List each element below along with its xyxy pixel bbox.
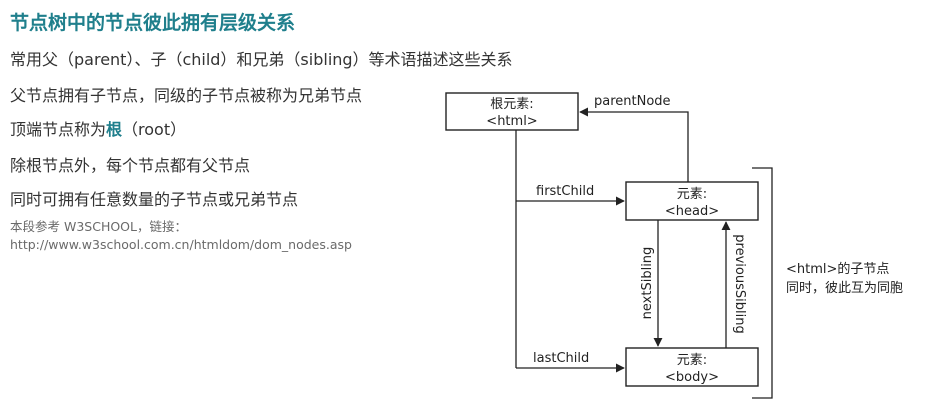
html-node-tag: <html> (486, 114, 537, 129)
last-child-label: lastChild (533, 351, 589, 366)
html-node: 根元素: <html> (445, 92, 579, 131)
html-node-label: 根元素: (490, 97, 533, 112)
next-sibling-label: nextSibling (640, 247, 655, 320)
parent-node-arrow (579, 107, 689, 182)
head-node: 元素: <head> (625, 181, 759, 221)
first-child-label: firstChild (536, 184, 594, 199)
side-note-line1: <html>的子节点 (786, 261, 889, 277)
body-node-label: 元素: (677, 353, 707, 368)
parent-node-label: parentNode (594, 94, 671, 109)
body-node: 元素: <body> (625, 347, 759, 387)
head-node-tag: <head> (665, 204, 719, 219)
body-node-tag: <body> (665, 370, 719, 385)
previous-sibling-label: previousSibling (732, 234, 747, 333)
dom-tree-diagram: 根元素: <html> 元素: <head> 元素: <body> parent… (445, 92, 903, 399)
side-note-line2: 同时，彼此互为同胞 (786, 281, 903, 296)
head-node-label: 元素: (677, 187, 707, 202)
